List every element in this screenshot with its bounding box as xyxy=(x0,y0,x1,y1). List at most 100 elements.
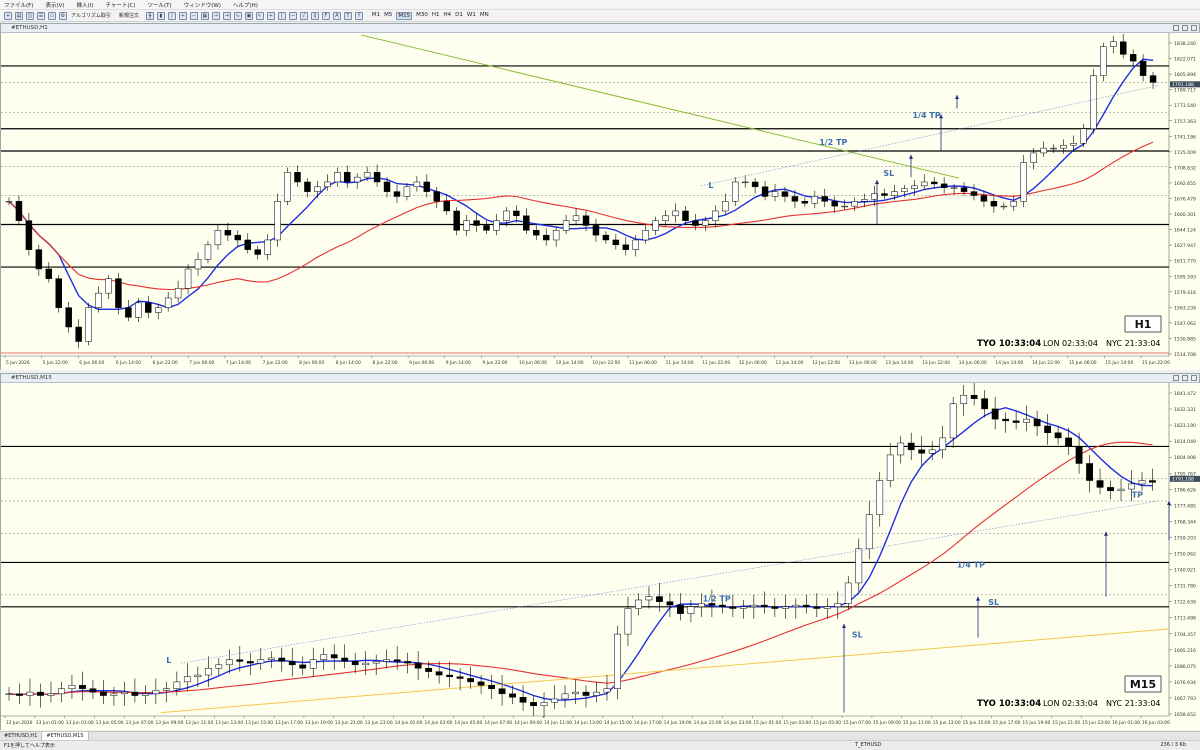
candle-body xyxy=(1002,418,1010,422)
minimize-icon[interactable] xyxy=(1173,375,1179,381)
timeframe-m5[interactable]: M5 xyxy=(384,12,392,20)
chart-window-h1[interactable]: #ETHUSD,H1 1838.240 1822.071 1805.894 1789.… xyxy=(0,23,1200,370)
candle-chart-icon[interactable]: ▮ xyxy=(156,11,165,20)
crosshair-icon[interactable]: + xyxy=(266,11,275,20)
candle-body xyxy=(215,664,223,669)
menu-item-5[interactable]: ウィンドウ(W) xyxy=(184,1,221,9)
navigator-icon[interactable]: ☰ xyxy=(37,11,45,20)
candle-body xyxy=(164,297,172,308)
price-tick-label: 1713.498 xyxy=(1174,616,1196,622)
candle-body xyxy=(718,604,726,608)
candle-body xyxy=(813,606,821,609)
time-tick-label: 13 Jun 07:00 xyxy=(126,720,154,726)
new-chart-icon[interactable]: + xyxy=(4,11,12,20)
candle-body xyxy=(433,191,441,202)
line-chart-icon[interactable]: ∕ xyxy=(167,11,176,20)
chart-background xyxy=(1,383,1200,730)
indicators-icon[interactable]: ∿ xyxy=(233,11,242,20)
candle-body xyxy=(152,690,160,695)
time-tick-label: 11 Jun 06:00 xyxy=(629,360,657,366)
candle-body xyxy=(456,676,464,679)
market-watch-icon[interactable]: ◫ xyxy=(26,11,34,20)
algo-trading-button[interactable]: アルゴリズム取引 xyxy=(70,12,112,19)
candle-body xyxy=(865,514,873,550)
time-tick-label: 6 Jun 06:00 xyxy=(79,360,104,366)
time-tick-label: 8 Jun 22:00 xyxy=(372,360,397,366)
candle-body xyxy=(1100,46,1107,76)
chart-h1-svg[interactable]: 1838.240 1822.071 1805.894 1789.717 1773.540… xyxy=(1,33,1200,370)
candle-body xyxy=(288,661,296,666)
maximize-icon[interactable] xyxy=(1182,25,1188,31)
timeframe-m15[interactable]: M15 xyxy=(396,11,413,20)
timeframe-w1[interactable]: W1 xyxy=(467,12,476,20)
horizontal-line-icon[interactable]: — xyxy=(288,11,297,20)
menu-item-1[interactable]: 表示(V) xyxy=(45,1,64,9)
autoscroll-icon[interactable]: → xyxy=(211,11,220,20)
timeframe-d1[interactable]: D1 xyxy=(455,12,463,20)
candle-body xyxy=(614,633,621,689)
text-tool-icon[interactable]: A xyxy=(332,11,341,20)
candle-body xyxy=(551,698,558,703)
candle-body xyxy=(403,186,411,197)
time-tick-label: 13 Jun 21:00 xyxy=(335,720,363,726)
chart-window-m15[interactable]: #ETHUSD,M15 1841.472 1832.331 1823.190 1814… xyxy=(0,373,1200,730)
candle-body xyxy=(677,604,684,614)
candle-body xyxy=(552,230,560,241)
time-tick-label: 14 Jun 22:00 xyxy=(1032,360,1060,366)
candle-body xyxy=(582,215,590,226)
close-icon[interactable] xyxy=(1191,25,1197,31)
vertical-line-icon[interactable]: | xyxy=(277,11,286,20)
fibonacci-icon[interactable]: F xyxy=(321,11,330,20)
label-tool-icon[interactable]: T xyxy=(343,11,352,20)
zoom-out-icon[interactable]: − xyxy=(189,11,198,20)
timeframe-h1[interactable]: H1 xyxy=(432,12,440,20)
cursor-icon[interactable]: ↖ xyxy=(255,11,264,20)
candle-body xyxy=(692,220,699,226)
candle-body xyxy=(5,201,13,203)
menu-item-6[interactable]: ヘルプ(H) xyxy=(233,1,258,9)
candle-body xyxy=(425,667,433,672)
tile-windows-icon[interactable]: ▦ xyxy=(200,11,209,20)
menu-item-0[interactable]: ファイル(F) xyxy=(4,1,33,9)
candle-body xyxy=(1119,41,1127,55)
candle-body xyxy=(950,187,958,189)
maximize-icon[interactable] xyxy=(1182,375,1188,381)
strategy-tester-icon[interactable]: ⚙ xyxy=(59,11,67,20)
new-order-button[interactable]: 新規注文 xyxy=(118,12,140,19)
candle-body xyxy=(68,685,76,689)
candle-body xyxy=(811,196,819,204)
chart-shift-icon[interactable]: ⇥ xyxy=(222,11,231,20)
profiles-icon[interactable]: ▤ xyxy=(15,11,23,20)
timeframe-m1[interactable]: M1 xyxy=(372,12,380,20)
candle-body xyxy=(645,596,653,601)
minimize-icon[interactable] xyxy=(1173,25,1179,31)
candle-body xyxy=(1060,144,1067,149)
timeframe-m30[interactable]: M30 xyxy=(416,12,428,20)
candle-body xyxy=(1065,437,1072,447)
bar-chart-icon[interactable]: ╫ xyxy=(145,11,154,20)
templates-icon[interactable]: ▣ xyxy=(244,11,253,20)
close-icon[interactable] xyxy=(1191,375,1197,381)
time-tick-label: 10 Jun 14:00 xyxy=(556,360,584,366)
zoom-in-icon[interactable]: + xyxy=(178,11,187,20)
arrows-tool-icon[interactable]: ↑ xyxy=(354,11,363,20)
menu-item-2[interactable]: 挿入(I) xyxy=(77,1,94,9)
timeframe-h4[interactable]: H4 xyxy=(444,12,452,20)
channel-icon[interactable]: ∥ xyxy=(310,11,319,20)
chart-m15-svg[interactable]: 1841.472 1832.331 1823.190 1814.049 1804.908… xyxy=(1,383,1200,730)
trendline-icon[interactable]: / xyxy=(299,11,308,20)
candle-body xyxy=(540,702,548,707)
menu-item-3[interactable]: チャート(C) xyxy=(105,1,135,9)
tab-m15[interactable]: #ETHUSD,M15 xyxy=(42,732,89,740)
time-tick-label: 9 Jun 14:00 xyxy=(446,360,471,366)
candle-body xyxy=(980,195,988,202)
timeframe-mn[interactable]: MN xyxy=(480,12,489,20)
candle-body xyxy=(236,659,244,662)
tab-h1[interactable]: #ETHUSD,H1 xyxy=(0,732,43,740)
menu-item-4[interactable]: ツール(T) xyxy=(148,1,172,9)
candle-body xyxy=(1080,128,1087,144)
terminal-icon[interactable]: ▭ xyxy=(48,11,56,20)
price-tick-label: 1695.216 xyxy=(1174,648,1196,654)
candle-body xyxy=(731,181,739,202)
time-tick-label: 14 Jun 03:00 xyxy=(425,720,453,726)
